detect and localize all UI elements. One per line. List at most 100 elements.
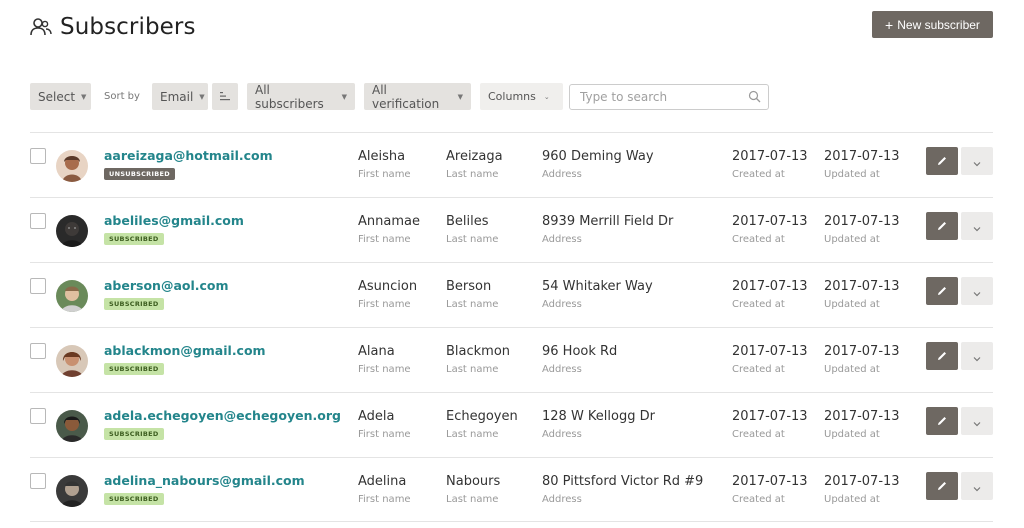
first-name-label: First name: [358, 494, 411, 505]
pencil-icon: [936, 477, 948, 496]
address-value: 80 Pittsford Victor Rd #9: [542, 474, 704, 489]
sort-direction-button[interactable]: [212, 83, 238, 110]
caret-down-icon: ▼: [199, 92, 205, 101]
table-row: aareizaga@hotmail.com UNSUBSCRIBED Aleis…: [30, 132, 993, 197]
last-name-label: Last name: [446, 494, 499, 505]
avatar: [56, 150, 88, 182]
address-label: Address: [542, 494, 582, 505]
table-row: aberson@aol.com SUBSCRIBED Asuncion Firs…: [30, 262, 993, 327]
last-name-value: Echegoyen: [446, 409, 518, 424]
created-at-label: Created at: [732, 429, 785, 440]
row-checkbox[interactable]: [30, 213, 46, 229]
avatar: [56, 215, 88, 247]
address-value: 54 Whitaker Way: [542, 279, 653, 294]
columns-dropdown[interactable]: Columns ⌄: [480, 83, 563, 110]
subscriber-email-link[interactable]: abeliles@gmail.com: [104, 213, 244, 228]
last-name-value: Blackmon: [446, 344, 511, 359]
address-value: 128 W Kellogg Dr: [542, 409, 655, 424]
created-at-value: 2017-07-13: [732, 214, 808, 229]
last-name-label: Last name: [446, 234, 499, 245]
more-options-button[interactable]: [961, 472, 993, 500]
address-label: Address: [542, 299, 582, 310]
chevron-down-icon: [973, 412, 981, 431]
caret-down-icon: ▼: [81, 92, 87, 101]
edit-button[interactable]: [926, 342, 958, 370]
verification-filter-dropdown[interactable]: All verification ▼: [364, 83, 471, 111]
subscriber-email-link[interactable]: aberson@aol.com: [104, 278, 229, 293]
updated-at-value: 2017-07-13: [824, 279, 900, 294]
select-dropdown[interactable]: Select ▼: [30, 83, 91, 110]
pencil-icon: [936, 412, 948, 431]
updated-at-label: Updated at: [824, 494, 880, 505]
address-value: 96 Hook Rd: [542, 344, 618, 359]
search-icon[interactable]: [748, 90, 761, 106]
more-options-button[interactable]: [961, 277, 993, 305]
more-options-button[interactable]: [961, 212, 993, 240]
pencil-icon: [936, 152, 948, 171]
edit-button[interactable]: [926, 407, 958, 435]
subscriber-email-link[interactable]: adela.echegoyen@echegoyen.org: [104, 408, 341, 423]
more-options-button[interactable]: [961, 147, 993, 175]
page-title: Subscribers: [60, 14, 196, 40]
row-checkbox[interactable]: [30, 343, 46, 359]
edit-button[interactable]: [926, 212, 958, 240]
subscriber-email-link[interactable]: ablackmon@gmail.com: [104, 343, 266, 358]
created-at-value: 2017-07-13: [732, 344, 808, 359]
sort-field-dropdown[interactable]: Email ▼: [152, 83, 208, 110]
created-at-value: 2017-07-13: [732, 409, 808, 424]
subscriber-email-link[interactable]: adelina_nabours@gmail.com: [104, 473, 305, 488]
status-badge: UNSUBSCRIBED: [104, 168, 175, 180]
status-badge: SUBSCRIBED: [104, 493, 164, 505]
address-value: 8939 Merrill Field Dr: [542, 214, 674, 229]
chevron-down-icon: [973, 347, 981, 366]
pencil-icon: [936, 217, 948, 236]
last-name-label: Last name: [446, 429, 499, 440]
edit-button[interactable]: [926, 277, 958, 305]
plus-icon: +: [885, 16, 894, 33]
created-at-label: Created at: [732, 234, 785, 245]
first-name-value: Aleisha: [358, 149, 406, 164]
updated-at-value: 2017-07-13: [824, 344, 900, 359]
table-row: abeliles@gmail.com SUBSCRIBED Annamae Fi…: [30, 197, 993, 262]
first-name-label: First name: [358, 299, 411, 310]
updated-at-label: Updated at: [824, 169, 880, 180]
chevron-down-icon: [973, 282, 981, 301]
updated-at-value: 2017-07-13: [824, 409, 900, 424]
select-label: Select: [38, 89, 76, 104]
first-name-value: Alana: [358, 344, 395, 359]
first-name-label: First name: [358, 234, 411, 245]
new-subscriber-button[interactable]: + New subscriber: [872, 11, 993, 38]
avatar: [56, 410, 88, 442]
row-checkbox[interactable]: [30, 278, 46, 294]
last-name-label: Last name: [446, 169, 499, 180]
updated-at-value: 2017-07-13: [824, 149, 900, 164]
edit-button[interactable]: [926, 147, 958, 175]
subscriber-email-link[interactable]: aareizaga@hotmail.com: [104, 148, 273, 163]
more-options-button[interactable]: [961, 342, 993, 370]
address-label: Address: [542, 169, 582, 180]
more-options-button[interactable]: [961, 407, 993, 435]
sort-field-label: Email: [160, 89, 194, 104]
chevron-down-icon: [973, 217, 981, 236]
first-name-value: Asuncion: [358, 279, 418, 294]
updated-at-label: Updated at: [824, 234, 880, 245]
subscribers-filter-dropdown[interactable]: All subscribers ▼: [247, 83, 355, 111]
edit-button[interactable]: [926, 472, 958, 500]
sort-ascending-icon: [219, 90, 231, 104]
last-name-value: Berson: [446, 279, 492, 294]
avatar: [56, 475, 88, 507]
avatar: [56, 280, 88, 312]
subscriber-list: aareizaga@hotmail.com UNSUBSCRIBED Aleis…: [30, 132, 993, 522]
first-name-label: First name: [358, 429, 411, 440]
created-at-label: Created at: [732, 299, 785, 310]
updated-at-value: 2017-07-13: [824, 474, 900, 489]
search-input[interactable]: [580, 90, 740, 104]
created-at-value: 2017-07-13: [732, 474, 808, 489]
row-checkbox[interactable]: [30, 148, 46, 164]
last-name-value: Beliles: [446, 214, 489, 229]
row-checkbox[interactable]: [30, 408, 46, 424]
last-name-label: Last name: [446, 364, 499, 375]
row-checkbox[interactable]: [30, 473, 46, 489]
page-header: Subscribers: [30, 14, 196, 40]
status-badge: SUBSCRIBED: [104, 233, 164, 245]
